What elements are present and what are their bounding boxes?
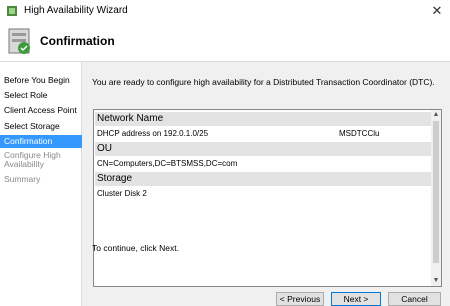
continue-hint-text: To continue, click Next. (92, 243, 179, 253)
scroll-down-icon[interactable]: ▼ (431, 276, 441, 286)
network-address-text: DHCP address on 192.0.1.0/25 (97, 129, 209, 138)
page-title: Confirmation (40, 34, 115, 48)
wizard-app-icon (7, 6, 17, 16)
next-button[interactable]: Next > (331, 292, 381, 306)
nav-item-before-you-begin[interactable]: Before You Begin (0, 74, 82, 87)
nav-item-confirmation[interactable]: Confirmation (0, 135, 82, 148)
nav-item-configure-high-availability: Configure High Availability (4, 150, 61, 169)
section-header-ou: OU (95, 142, 433, 156)
scroll-up-icon[interactable]: ▲ (431, 110, 441, 120)
previous-button[interactable]: < Previous (276, 292, 324, 306)
cancel-button[interactable]: Cancel (388, 292, 441, 306)
confirmation-listbox[interactable]: Network Name DHCP address on 192.0.1.0/2… (93, 109, 442, 287)
nav-item-summary: Summary (4, 174, 41, 184)
page-header: Confirmation (0, 22, 450, 62)
cluster-server-icon (8, 28, 30, 54)
intro-text: You are ready to configure high availabi… (92, 77, 435, 87)
scroll-thumb[interactable] (433, 121, 439, 263)
content-pane: You are ready to configure high availabi… (83, 62, 450, 306)
storage-value: Cluster Disk 2 (97, 189, 147, 198)
section-header-network-name: Network Name (95, 112, 433, 126)
ou-value: CN=Computers,DC=BTSMSS,DC=com (97, 159, 238, 168)
nav-item-client-access-point[interactable]: Client Access Point (0, 104, 82, 117)
nav-item-select-role[interactable]: Select Role (0, 89, 82, 102)
close-icon[interactable]: ✕ (428, 3, 446, 19)
window-title: High Availability Wizard (24, 5, 128, 16)
wizard-steps-nav: Before You Begin Select Role Client Acce… (0, 62, 82, 306)
network-name-value: MSDTCClu (339, 129, 380, 138)
section-header-storage: Storage (95, 172, 433, 186)
vertical-scrollbar[interactable]: ▲ ▼ (431, 110, 441, 286)
title-bar: High Availability Wizard ✕ (0, 0, 450, 22)
nav-item-select-storage[interactable]: Select Storage (0, 120, 82, 133)
